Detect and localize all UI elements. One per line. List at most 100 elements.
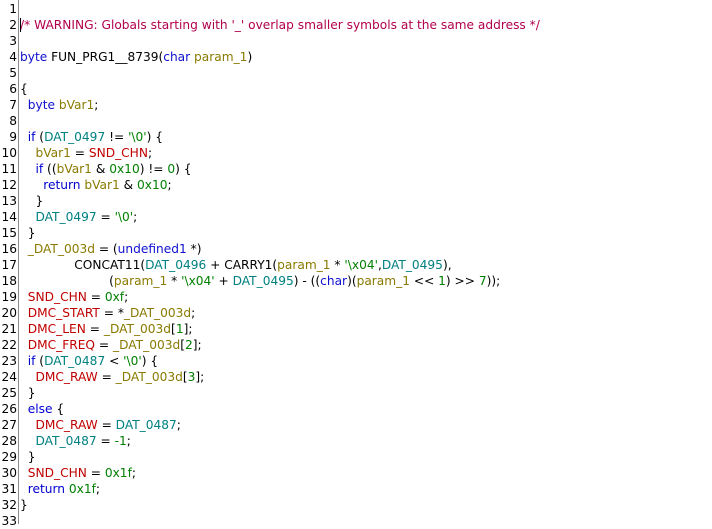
- code-token-global[interactable]: DAT_0497: [44, 130, 105, 144]
- code-token-const[interactable]: 1: [176, 322, 184, 336]
- code-line[interactable]: 3: [0, 33, 712, 49]
- code-text: }: [20, 497, 28, 513]
- code-token-sym[interactable]: DMC_LEN: [28, 322, 86, 336]
- code-token-param[interactable]: param_1: [114, 274, 167, 288]
- code-token-global[interactable]: DAT_0487: [116, 418, 177, 432]
- code-line[interactable]: 28 DAT_0487 = -1;: [0, 433, 712, 449]
- code-token-sym[interactable]: DMC_START: [28, 306, 100, 320]
- code-token-sym[interactable]: DMC_FREQ: [28, 338, 95, 352]
- code-line[interactable]: 10 bVar1 = SND_CHN;: [0, 145, 712, 161]
- code-line[interactable]: 25 }: [0, 385, 712, 401]
- code-line[interactable]: 11 if ((bVar1 & 0x10) != 0) {: [0, 161, 712, 177]
- code-token-const[interactable]: -1: [115, 434, 127, 448]
- code-line[interactable]: 2/* WARNING: Globals starting with '_' o…: [0, 17, 712, 33]
- code-token-const[interactable]: 2: [185, 338, 193, 352]
- code-token-var[interactable]: bVar1: [84, 178, 119, 192]
- code-line[interactable]: 12 return bVar1 & 0x10;: [0, 177, 712, 193]
- code-token-keyword[interactable]: return: [43, 178, 80, 192]
- code-token-var[interactable]: _DAT_003d: [124, 306, 191, 320]
- code-token-const[interactable]: 0xf: [105, 290, 124, 304]
- code-text: if ((bVar1 & 0x10) != 0) {: [20, 161, 192, 177]
- code-token-var[interactable]: bVar1: [57, 162, 92, 176]
- code-token-global[interactable]: DAT_0487: [36, 434, 97, 448]
- code-token-global[interactable]: DAT_0495: [382, 258, 443, 272]
- code-line[interactable]: 24 DMC_RAW = _DAT_003d[3];: [0, 369, 712, 385]
- code-text: /* WARNING: Globals starting with '_' ov…: [20, 17, 540, 33]
- code-token-type[interactable]: undefined1: [118, 242, 187, 256]
- code-token-plain: *): [186, 242, 202, 256]
- code-line[interactable]: 18 (param_1 * '\x04' + DAT_0495) - ((cha…: [0, 273, 712, 289]
- line-number: 20: [1, 306, 17, 320]
- code-token-var[interactable]: bVar1: [36, 146, 71, 160]
- code-line[interactable]: 15 }: [0, 225, 712, 241]
- code-text: }: [20, 449, 36, 465]
- code-token-var[interactable]: _DAT_003d: [113, 338, 180, 352]
- code-token-global[interactable]: DAT_0495: [233, 274, 294, 288]
- code-token-type[interactable]: byte: [20, 50, 51, 64]
- code-token-const[interactable]: '\0': [128, 130, 147, 144]
- code-token-param[interactable]: param_1: [357, 274, 410, 288]
- code-token-var[interactable]: bVar1: [59, 98, 94, 112]
- decompiler-code-view[interactable]: 1 2/* WARNING: Globals starting with '_' …: [0, 1, 712, 529]
- code-token-sym[interactable]: DMC_RAW: [36, 370, 98, 384]
- code-line[interactable]: 29 }: [0, 449, 712, 465]
- code-token-plain: =: [95, 338, 113, 352]
- code-token-const[interactable]: '\x04': [181, 274, 215, 288]
- code-token-param[interactable]: param_1: [194, 50, 247, 64]
- code-line[interactable]: 6{: [0, 81, 712, 97]
- code-line[interactable]: 7 byte bVar1;: [0, 97, 712, 113]
- code-line[interactable]: 17 CONCAT11(DAT_0496 + CARRY1(param_1 * …: [0, 257, 712, 273]
- code-token-const[interactable]: '\0': [123, 354, 142, 368]
- code-token-const[interactable]: '\x04': [344, 258, 378, 272]
- code-token-sym[interactable]: SND_CHN: [28, 466, 87, 480]
- code-token-const[interactable]: 0x1f: [105, 466, 132, 480]
- code-token-const[interactable]: '\0': [115, 210, 134, 224]
- code-token-global[interactable]: DAT_0487: [44, 354, 105, 368]
- code-line[interactable]: 19 SND_CHN = 0xf;: [0, 289, 712, 305]
- code-line[interactable]: 5: [0, 65, 712, 81]
- code-token-type[interactable]: char: [163, 50, 194, 64]
- code-token-func[interactable]: CONCAT11: [74, 258, 140, 272]
- code-token-const[interactable]: 1: [438, 274, 446, 288]
- code-token-const[interactable]: 0: [167, 162, 175, 176]
- code-token-global[interactable]: DAT_0496: [145, 258, 206, 272]
- code-line[interactable]: 26 else {: [0, 401, 712, 417]
- code-line[interactable]: 8: [0, 113, 712, 129]
- code-token-func[interactable]: CARRY1: [224, 258, 272, 272]
- code-line[interactable]: 21 DMC_LEN = _DAT_003d[1];: [0, 321, 712, 337]
- code-token-type[interactable]: byte: [28, 98, 59, 112]
- code-token-var[interactable]: _DAT_003d: [104, 322, 171, 336]
- code-token-sym[interactable]: SND_CHN: [89, 146, 148, 160]
- code-line[interactable]: 9 if (DAT_0497 != '\0') {: [0, 129, 712, 145]
- code-line[interactable]: 1: [0, 1, 712, 17]
- code-token-var[interactable]: _DAT_003d: [116, 370, 183, 384]
- code-token-keyword[interactable]: else: [28, 402, 53, 416]
- code-line[interactable]: 4 byte FUN_PRG1__8739(char param_1): [0, 49, 712, 65]
- code-line[interactable]: 22 DMC_FREQ = _DAT_003d[2];: [0, 337, 712, 353]
- code-token-func[interactable]: FUN_PRG1__8739: [51, 50, 158, 64]
- code-token-keyword[interactable]: return: [28, 482, 65, 496]
- code-token-type[interactable]: char: [320, 274, 347, 288]
- code-token-const[interactable]: 0x1f: [69, 482, 96, 496]
- code-token-sym[interactable]: DMC_RAW: [36, 418, 98, 432]
- code-token-global[interactable]: DAT_0497: [36, 210, 97, 224]
- code-line[interactable]: 13 }: [0, 193, 712, 209]
- line-number: 10: [1, 146, 17, 160]
- code-line[interactable]: 14 DAT_0497 = '\0';: [0, 209, 712, 225]
- code-line[interactable]: 23 if (DAT_0487 < '\0') {: [0, 353, 712, 369]
- code-line[interactable]: 33: [0, 513, 712, 529]
- code-line[interactable]: 32}: [0, 497, 712, 513]
- code-token-sym[interactable]: SND_CHN: [28, 290, 87, 304]
- code-line[interactable]: 20 DMC_START = *_DAT_003d;: [0, 305, 712, 321]
- code-token-param[interactable]: param_1: [277, 258, 330, 272]
- code-token-const[interactable]: 0x10: [109, 162, 139, 176]
- code-line[interactable]: 30 SND_CHN = 0x1f;: [0, 465, 712, 481]
- code-line[interactable]: 16 _DAT_003d = (undefined1 *): [0, 241, 712, 257]
- code-token-plain: ((: [43, 162, 57, 176]
- code-token-const[interactable]: 0x10: [137, 178, 167, 192]
- code-token-var[interactable]: _DAT_003d: [28, 242, 95, 256]
- code-line[interactable]: 31 return 0x1f;: [0, 481, 712, 497]
- code-token-const[interactable]: 7: [479, 274, 487, 288]
- code-line[interactable]: 27 DMC_RAW = DAT_0487;: [0, 417, 712, 433]
